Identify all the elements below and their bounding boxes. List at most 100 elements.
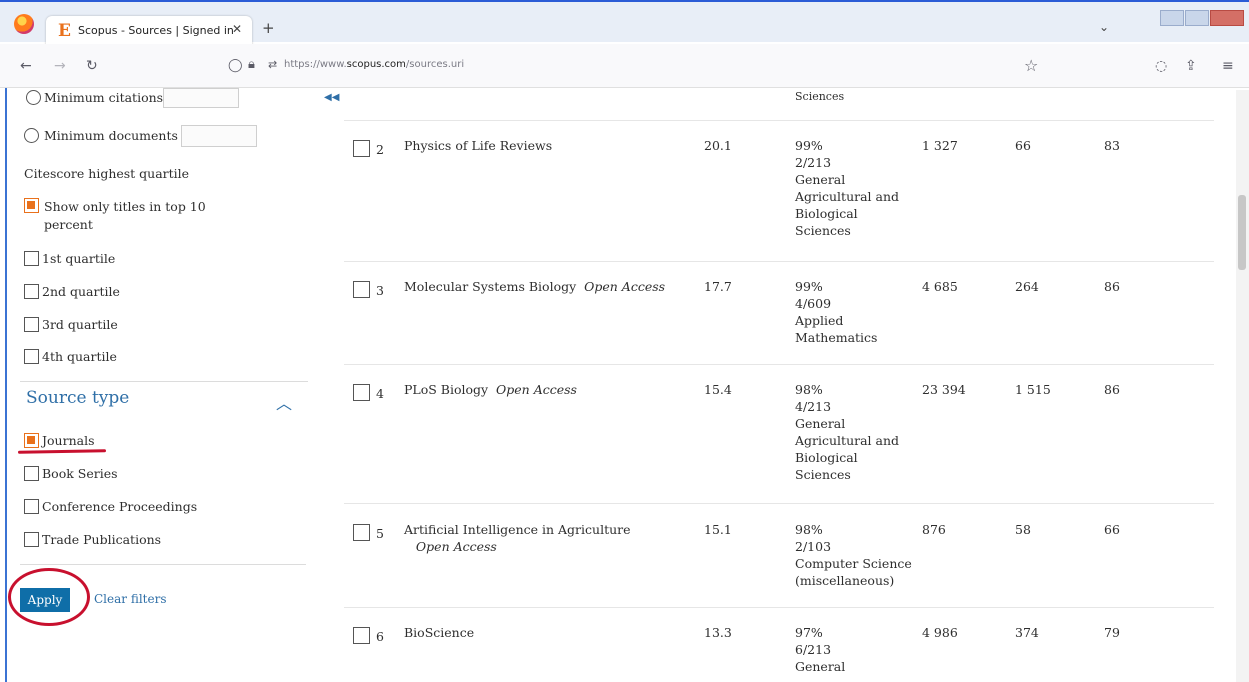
forward-icon[interactable]: →	[54, 58, 66, 74]
quartile-2-checkbox[interactable]	[24, 284, 39, 299]
row-rank: 3	[376, 283, 384, 298]
min-documents-input[interactable]	[181, 125, 257, 147]
row-rank: 2	[376, 142, 384, 157]
browser-tab[interactable]: E Scopus - Sources | Signed in ✕	[46, 16, 252, 46]
shield-icon[interactable]: ◯	[228, 58, 243, 73]
citations-value: 23 394	[922, 382, 966, 397]
percentile-value: 99% 2/213 General Agricultural and Biolo…	[795, 138, 900, 238]
open-access-label: Open Access	[584, 279, 666, 294]
citescore-value: 15.4	[704, 382, 732, 397]
min-documents-radio[interactable]	[24, 128, 39, 143]
reload-icon[interactable]: ↻	[86, 58, 98, 74]
percent-cited-value: 86	[1104, 279, 1120, 294]
row-checkbox[interactable]	[353, 627, 370, 644]
citescore-quartile-heading: Citescore highest quartile	[24, 166, 190, 181]
source-title-link[interactable]: Artificial Intelligence in Agriculture O…	[404, 521, 631, 555]
percent-cited-value: 83	[1104, 138, 1120, 153]
row-divider	[344, 120, 1214, 121]
quartile-1-label: 1st quartile	[42, 251, 116, 266]
documents-value: 374	[1015, 625, 1039, 640]
source-title-link[interactable]: BioScience	[404, 624, 474, 641]
source-title-link[interactable]: PLoS Biology Open Access	[404, 381, 577, 398]
documents-value: 66	[1015, 138, 1031, 153]
percentile-value: 98% 4/213 General Agricultural and Biolo…	[795, 382, 900, 482]
documents-value: 1 515	[1015, 382, 1051, 397]
bookmark-star-icon[interactable]: ☆	[1024, 56, 1038, 75]
citations-value: 4 986	[922, 625, 958, 640]
trade-publications-checkbox[interactable]	[24, 532, 39, 547]
open-access-label: Open Access	[415, 539, 497, 554]
percentile-value: 98% 2/103 Computer Science (miscellaneou…	[795, 522, 912, 588]
conference-proceedings-checkbox[interactable]	[24, 499, 39, 514]
collapse-panel-icon[interactable]: ◀◀	[324, 92, 339, 103]
quartile-2-label: 2nd quartile	[42, 284, 120, 299]
book-series-checkbox[interactable]	[24, 466, 39, 481]
close-window-icon[interactable]	[1210, 10, 1244, 26]
chevron-up-icon[interactable]: ︿	[276, 390, 292, 414]
row-checkbox[interactable]	[353, 384, 370, 401]
url-text[interactable]: https://www.scopus.com/sources.uri	[284, 59, 464, 70]
min-documents-label: Minimum documents	[44, 128, 178, 143]
open-access-label: Open Access	[496, 382, 577, 397]
citescore-value: 20.1	[704, 138, 732, 153]
window-border	[5, 88, 7, 682]
citescore-value: 17.7	[704, 279, 732, 294]
menu-icon[interactable]: ≡	[1222, 58, 1234, 74]
quartile-3-checkbox[interactable]	[24, 317, 39, 332]
firefox-logo-icon	[14, 14, 34, 34]
min-citations-radio[interactable]	[26, 90, 41, 105]
pocket-icon[interactable]: ◌	[1155, 58, 1167, 74]
section-divider	[20, 564, 306, 565]
source-type-heading[interactable]: Source type	[26, 388, 129, 408]
window-controls	[1160, 10, 1246, 26]
percent-cited-value: 79	[1104, 625, 1120, 640]
top10-label: Show only titles in top 10 percent	[44, 199, 206, 232]
row-checkbox[interactable]	[353, 281, 370, 298]
book-series-label: Book Series	[42, 466, 118, 481]
back-icon[interactable]: ←	[20, 58, 32, 74]
journals-checkbox[interactable]	[24, 433, 39, 448]
annotation-circle	[8, 568, 90, 626]
minimize-icon[interactable]	[1160, 10, 1184, 26]
new-tab-icon[interactable]: +	[262, 19, 275, 37]
citescore-value: 13.3	[704, 625, 732, 640]
clear-filters-link[interactable]: Clear filters	[94, 592, 167, 606]
citations-value: 4 685	[922, 279, 958, 294]
close-tab-icon[interactable]: ✕	[232, 22, 242, 36]
maximize-icon[interactable]	[1185, 10, 1209, 26]
row-checkbox[interactable]	[353, 524, 370, 541]
row-rank: 5	[376, 526, 384, 541]
quartile-3-label: 3rd quartile	[42, 317, 118, 332]
row-divider	[344, 364, 1214, 365]
quartile-4-checkbox[interactable]	[24, 349, 39, 364]
min-citations-input[interactable]	[163, 88, 239, 108]
permissions-icon[interactable]: ⇄	[268, 58, 277, 71]
url-bar[interactable]: ◯ 🔒︎ ⇄ https://www.scopus.com/sources.ur…	[224, 52, 1054, 80]
browser-nav-bar: ← → ↻ ◯ 🔒︎ ⇄ https://www.scopus.com/sour…	[0, 44, 1249, 88]
scrollbar-thumb[interactable]	[1238, 195, 1246, 270]
scrollbar[interactable]	[1236, 90, 1249, 682]
row-divider	[344, 261, 1214, 262]
source-title-link[interactable]: Physics of Life Reviews	[404, 137, 552, 154]
share-icon[interactable]: ⇪	[1185, 58, 1197, 74]
top10-checkbox[interactable]	[24, 198, 39, 213]
tab-list-icon[interactable]: ⌄	[1099, 20, 1109, 34]
source-title-link[interactable]: Molecular Systems Biology Open Access	[404, 278, 665, 295]
percentile-value: 99% 4/609 Applied Mathematics	[795, 279, 878, 345]
citations-value: 876	[922, 522, 946, 537]
journals-label: Journals	[42, 433, 95, 448]
lock-icon[interactable]: 🔒︎	[248, 57, 255, 72]
quartile-1-checkbox[interactable]	[24, 251, 39, 266]
row-rank: 4	[376, 386, 384, 401]
percent-cited-value: 66	[1104, 522, 1120, 537]
conference-proceedings-label: Conference Proceedings	[42, 499, 198, 514]
quartile-4-label: 4th quartile	[42, 349, 117, 364]
scopus-favicon-icon: E	[58, 21, 71, 41]
percentile-value: 97% 6/213 General	[795, 625, 846, 674]
tab-title: Scopus - Sources | Signed in	[78, 24, 234, 37]
row-divider	[344, 503, 1214, 504]
row-checkbox[interactable]	[353, 140, 370, 157]
documents-value: 58	[1015, 522, 1031, 537]
annotation-underline	[17, 449, 107, 454]
row-divider	[344, 607, 1214, 608]
